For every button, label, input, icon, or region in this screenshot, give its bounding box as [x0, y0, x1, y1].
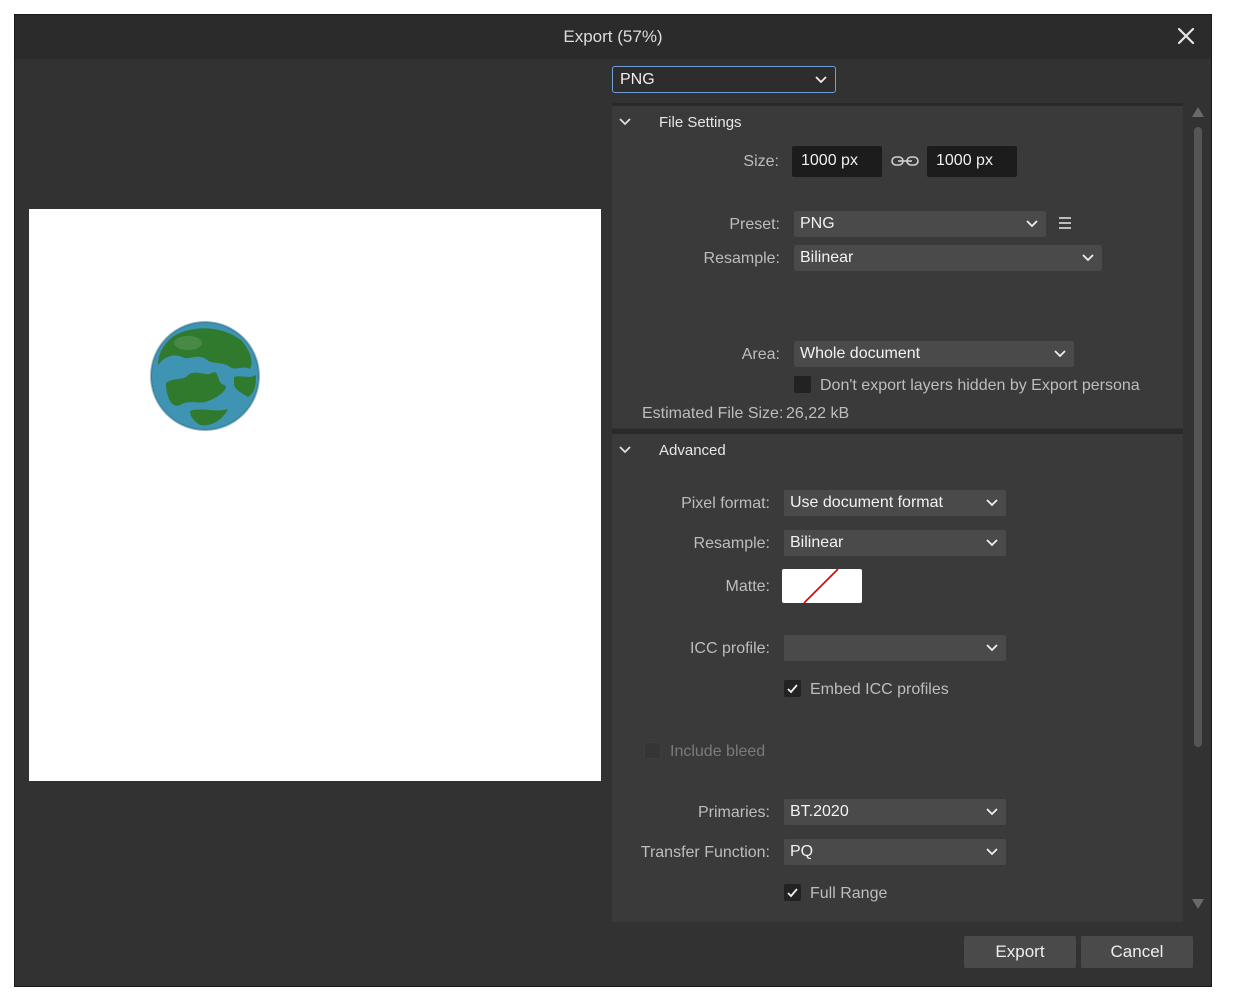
format-select-value: PNG	[620, 71, 655, 88]
settings-scrollbar[interactable]	[1189, 103, 1207, 917]
file-settings-header[interactable]: File Settings	[612, 106, 1183, 136]
resample-value: Bilinear	[800, 249, 854, 266]
pixel-format-value: Use document format	[790, 494, 943, 511]
height-value: 1000 px	[936, 152, 993, 169]
primaries-label: Primaries:	[697, 804, 770, 821]
matte-swatch[interactable]	[782, 569, 862, 603]
export-preview	[29, 209, 601, 781]
estimated-size-label: Estimated File Size:	[642, 405, 784, 422]
pixel-format-dropdown[interactable]: Use document format	[784, 490, 1006, 516]
transfer-function-value: PQ	[790, 843, 814, 860]
size-label: Size:	[743, 153, 779, 170]
checkmark-icon	[787, 684, 798, 694]
link-icon[interactable]	[890, 154, 920, 168]
hidden-layers-checkbox[interactable]	[794, 376, 811, 393]
preset-dropdown[interactable]: PNG	[794, 211, 1046, 237]
globe-image	[150, 321, 260, 431]
chevron-down-icon	[619, 118, 631, 126]
dialog-title: Export (57%)	[563, 27, 663, 46]
chevron-down-icon	[815, 76, 827, 84]
primaries-dropdown[interactable]: BT.2020	[784, 799, 1006, 825]
chevron-down-icon	[1082, 254, 1094, 262]
resample-dropdown[interactable]: Bilinear	[794, 245, 1102, 271]
resample-label: Resample:	[703, 250, 780, 267]
chevron-down-icon	[986, 644, 998, 652]
hidden-layers-label: Don't export layers hidden by Export per…	[820, 377, 1140, 394]
chevron-down-icon	[1026, 220, 1038, 228]
include-bleed-label: Include bleed	[670, 743, 766, 760]
transfer-function-dropdown[interactable]: PQ	[784, 839, 1006, 865]
scrollbar-thumb[interactable]	[1194, 127, 1202, 747]
adv-resample-dropdown[interactable]: Bilinear	[784, 530, 1006, 556]
close-icon[interactable]	[1175, 25, 1197, 47]
dialog-titlebar: Export (57%)	[15, 15, 1211, 59]
file-settings-panel: File Settings Size: 1000 px 1000 px Pres…	[612, 103, 1183, 428]
chevron-down-icon	[986, 539, 998, 547]
advanced-title: Advanced	[659, 442, 726, 459]
width-value: 1000 px	[801, 152, 858, 169]
file-settings-title: File Settings	[659, 114, 742, 131]
height-field[interactable]: 1000 px	[927, 146, 1017, 177]
pixel-format-label: Pixel format:	[681, 495, 770, 512]
icc-profile-label: ICC profile:	[689, 640, 770, 657]
chevron-down-icon	[1054, 350, 1066, 358]
matte-label: Matte:	[725, 578, 770, 595]
estimated-size-value: 26,22 kB	[786, 405, 850, 422]
full-range-checkbox[interactable]	[784, 884, 801, 901]
export-button[interactable]: Export	[964, 936, 1076, 968]
primaries-value: BT.2020	[790, 803, 849, 820]
embed-icc-checkbox[interactable]	[784, 680, 801, 697]
embed-icc-label: Embed ICC profiles	[810, 681, 949, 698]
advanced-panel: Advanced Pixel format: Use document form…	[612, 429, 1183, 922]
width-field[interactable]: 1000 px	[792, 146, 882, 177]
cancel-button[interactable]: Cancel	[1081, 936, 1193, 968]
adv-resample-label: Resample:	[693, 535, 770, 552]
preset-label: Preset:	[729, 216, 780, 233]
chevron-down-icon	[986, 499, 998, 507]
preset-value: PNG	[800, 215, 835, 232]
include-bleed-checkbox[interactable]	[644, 742, 661, 759]
area-label: Area:	[741, 346, 780, 363]
hamburger-menu-icon[interactable]	[1058, 216, 1072, 230]
advanced-header[interactable]: Advanced	[612, 434, 1183, 464]
area-dropdown[interactable]: Whole document	[794, 341, 1074, 367]
scroll-down-icon[interactable]	[1192, 899, 1204, 909]
checkmark-icon	[787, 888, 798, 898]
chevron-down-icon	[619, 446, 631, 454]
full-range-label: Full Range	[810, 885, 888, 902]
chevron-down-icon	[986, 848, 998, 856]
export-dialog: Export (57%) PNG File Settings Size: 100…	[14, 14, 1212, 987]
adv-resample-value: Bilinear	[790, 534, 844, 551]
format-select[interactable]: PNG	[612, 66, 836, 93]
area-value: Whole document	[800, 345, 921, 362]
transfer-function-label: Transfer Function:	[640, 844, 770, 861]
chevron-down-icon	[986, 808, 998, 816]
scroll-up-icon[interactable]	[1192, 107, 1204, 117]
icc-profile-dropdown[interactable]	[784, 635, 1006, 661]
